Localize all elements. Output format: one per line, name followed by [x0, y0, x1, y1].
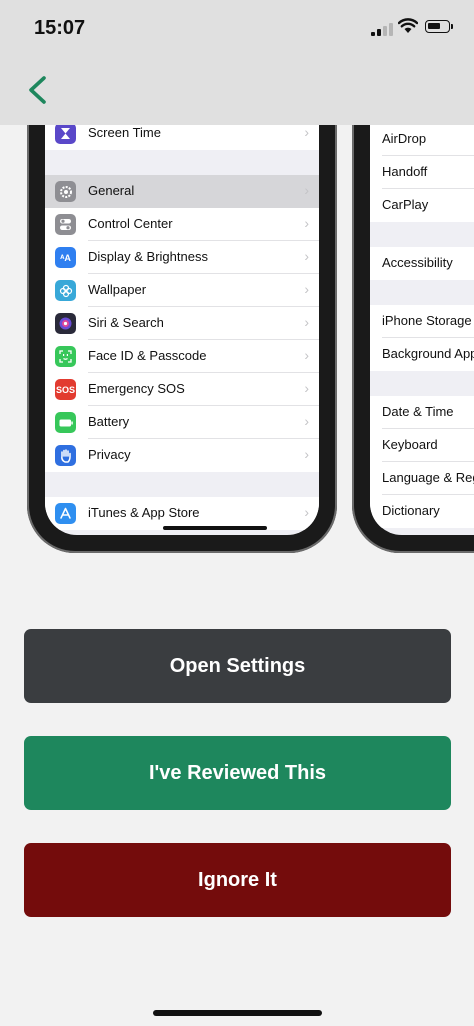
settings-row-dictionary: Dictionary [370, 495, 474, 528]
settings-row-carplay: CarPlay [370, 189, 474, 222]
settings-row-iphone-storage: iPhone Storage [370, 305, 474, 338]
settings-row-control-center: Control Center › [45, 208, 319, 241]
home-indicator [153, 1010, 322, 1016]
chevron-right-icon: › [304, 347, 309, 363]
settings-row-face-id: Face ID & Passcode › [45, 340, 319, 373]
sos-icon: SOS [55, 379, 76, 400]
siri-icon [55, 313, 76, 334]
toggles-icon [55, 214, 76, 235]
status-time: 15:07 [34, 17, 86, 39]
chevron-right-icon: › [304, 380, 309, 396]
settings-row-general: General › [45, 175, 319, 208]
settings-row-background-app: Background App [370, 338, 474, 371]
settings-row-handoff: Handoff [370, 156, 474, 189]
settings-row-accessibility: Accessibility [370, 247, 474, 280]
gear-icon [55, 181, 76, 202]
battery-icon [55, 412, 76, 433]
chevron-right-icon: › [304, 504, 309, 520]
chevron-right-icon: › [304, 281, 309, 297]
settings-row-siri: Siri & Search › [45, 307, 319, 340]
app-store-icon [55, 503, 76, 524]
settings-row-wallpaper: Wallpaper › [45, 274, 319, 307]
hand-icon [55, 445, 76, 466]
chevron-right-icon: › [304, 314, 309, 330]
settings-row-display: ᴬA Display & Brightness › [45, 241, 319, 274]
chevron-right-icon: › [304, 124, 309, 140]
chevron-right-icon: › [304, 215, 309, 231]
top-bar: 15:07 [0, 0, 474, 125]
chevron-right-icon: › [304, 248, 309, 264]
ignore-button[interactable]: Ignore It [24, 843, 451, 917]
reviewed-button[interactable]: I've Reviewed This [24, 736, 451, 810]
settings-screen-left: Screen Time › General › Control Center ›… [45, 60, 319, 535]
chevron-right-icon: › [304, 446, 309, 462]
settings-screen-right: AirDrop Handoff CarPlay Accessibility iP… [370, 60, 474, 535]
settings-row-date-time: Date & Time [370, 396, 474, 429]
chevron-right-icon: › [304, 182, 309, 198]
settings-row-airdrop: AirDrop [370, 123, 474, 156]
settings-row-sos: SOS Emergency SOS › [45, 373, 319, 406]
phone-mockup-left: Screen Time › General › Control Center ›… [27, 60, 337, 553]
settings-row-keyboard: Keyboard [370, 429, 474, 462]
battery-icon [425, 20, 453, 33]
hourglass-icon [55, 123, 76, 144]
settings-row-language: Language & Reg [370, 462, 474, 495]
settings-row-battery: Battery › [45, 406, 319, 439]
home-indicator [163, 526, 267, 530]
wifi-icon [398, 18, 418, 33]
chevron-left-icon [29, 76, 46, 104]
face-id-icon [55, 346, 76, 367]
flower-icon [55, 280, 76, 301]
back-button[interactable] [22, 70, 56, 110]
text-size-icon: ᴬA [55, 247, 76, 268]
open-settings-button[interactable]: Open Settings [24, 629, 451, 703]
chevron-right-icon: › [304, 413, 309, 429]
phone-mockup-right: AirDrop Handoff CarPlay Accessibility iP… [352, 60, 474, 553]
settings-row-privacy: Privacy › [45, 439, 319, 472]
cellular-signal-icon [371, 22, 395, 36]
